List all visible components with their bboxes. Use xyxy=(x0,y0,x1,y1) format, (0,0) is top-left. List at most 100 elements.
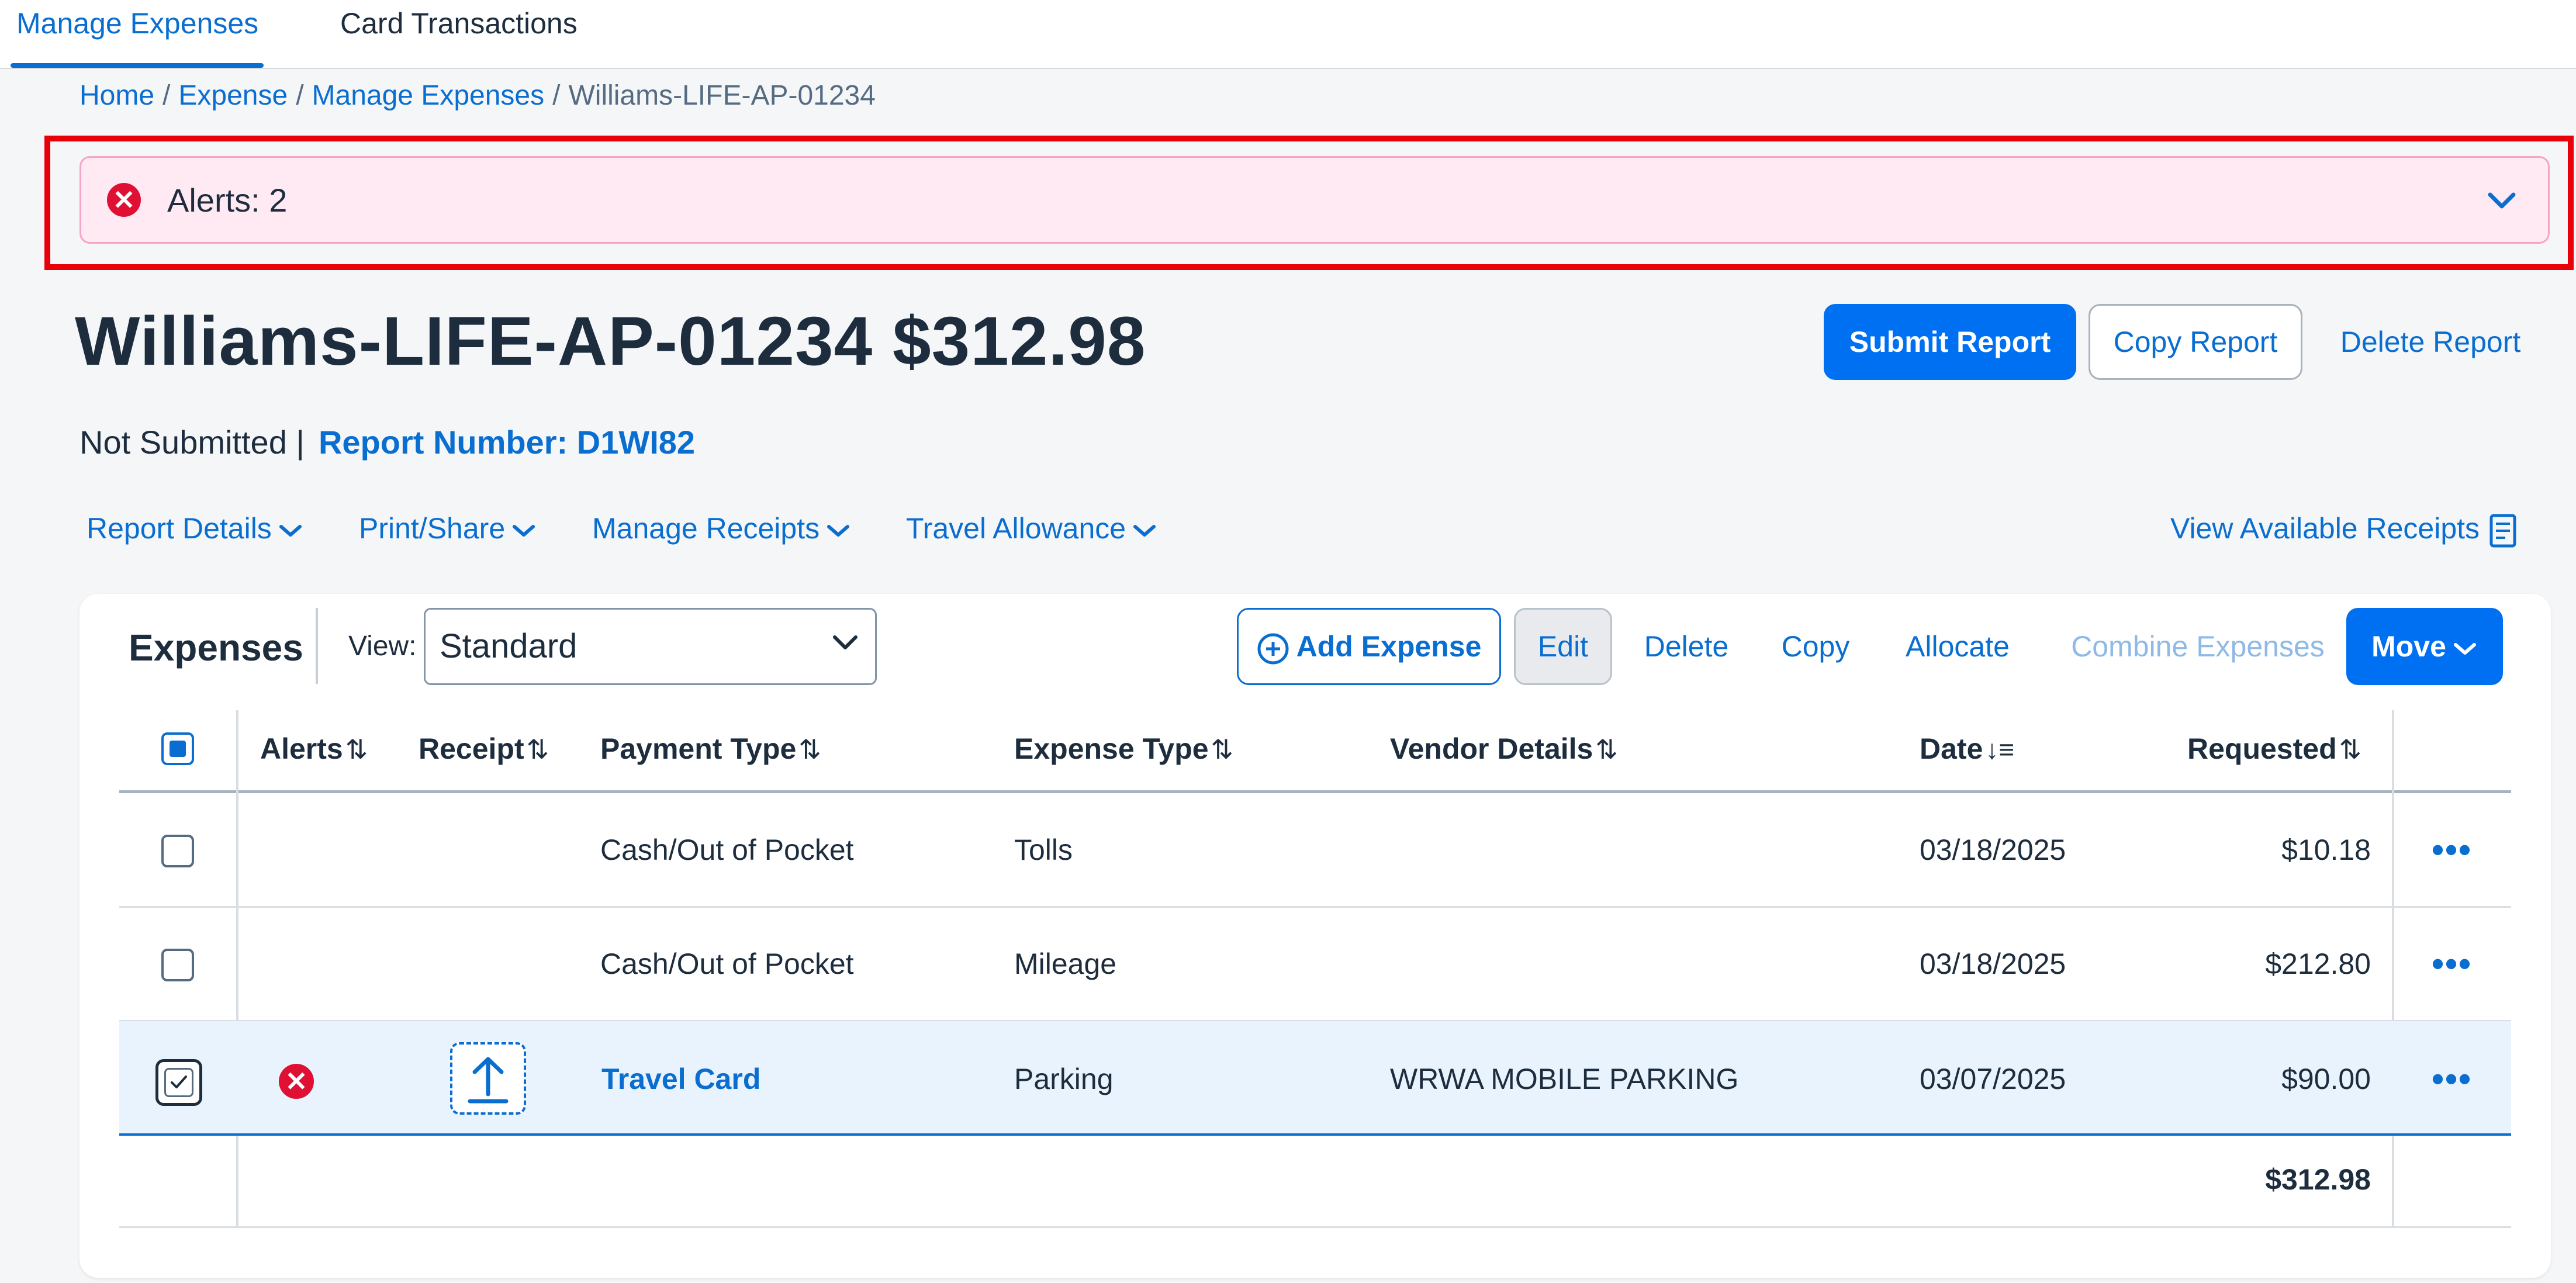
tab-manage-expenses[interactable]: Manage Expenses xyxy=(16,6,258,41)
breadcrumb: Home / Expense / Manage Expenses / Williams-LI… xyxy=(79,78,876,113)
plus-circle-icon xyxy=(1257,633,1289,665)
error-circle-icon: ✕ xyxy=(107,183,141,217)
error-circle-icon[interactable]: ✕ xyxy=(279,1064,314,1099)
tab-card-transactions[interactable]: Card Transactions xyxy=(340,6,578,41)
alerts-label: Alerts: 2 xyxy=(167,182,288,219)
submit-report-button[interactable]: Submit Report xyxy=(1824,304,2076,380)
sort-icon: ⇅ xyxy=(526,734,549,765)
row-divider xyxy=(119,906,2511,908)
column-header-expense-type[interactable]: Expense Type⇅ xyxy=(1014,731,1233,767)
view-select-value: Standard xyxy=(440,627,578,665)
date-header-label: Date xyxy=(1920,732,1983,765)
report-details-label: Report Details xyxy=(87,512,272,545)
payment-type-link[interactable]: Travel Card xyxy=(601,1061,760,1097)
sort-icon: ⇅ xyxy=(345,734,368,765)
copy-expense-button[interactable]: Copy xyxy=(1759,608,1872,685)
column-header-payment-type[interactable]: Payment Type⇅ xyxy=(600,731,821,767)
column-header-date[interactable]: Date↓≡ xyxy=(1920,731,2014,767)
row-checkbox-checked[interactable] xyxy=(155,1059,202,1106)
travel-allowance-label: Travel Allowance xyxy=(906,512,1126,545)
vendor-header-label: Vendor Details xyxy=(1390,732,1593,765)
combine-expenses-button[interactable]: Combine Expenses xyxy=(2046,608,2350,685)
print-share-label: Print/Share xyxy=(359,512,506,545)
column-divider xyxy=(236,710,238,1227)
column-header-requested[interactable]: Requested⇅ xyxy=(2187,731,2361,767)
upload-receipt-button[interactable] xyxy=(450,1042,526,1115)
date-cell: 03/18/2025 xyxy=(1920,947,2066,980)
report-status-line: Not Submitted | Report Number: D1WI82 xyxy=(79,422,695,463)
chevron-down-icon[interactable] xyxy=(2484,186,2519,215)
column-divider xyxy=(2392,710,2394,1227)
report-details-menu[interactable]: Report Details xyxy=(87,510,303,547)
breadcrumb-current: Williams-LIFE-AP-01234 xyxy=(568,80,876,111)
edit-button[interactable]: Edit xyxy=(1514,608,1612,685)
toolbar-divider xyxy=(316,608,318,684)
expense-type-cell: Parking xyxy=(1014,1063,1114,1095)
breadcrumb-manage-expenses[interactable]: Manage Expenses xyxy=(312,80,545,111)
column-header-vendor-details[interactable]: Vendor Details⇅ xyxy=(1390,731,1618,767)
row-more-actions-icon[interactable]: ••• xyxy=(2432,1061,2472,1097)
receipt-icon xyxy=(2489,514,2516,548)
row-divider xyxy=(119,1226,2511,1228)
date-cell: 03/07/2025 xyxy=(1920,1063,2066,1095)
payment-type-header-label: Payment Type xyxy=(600,732,797,765)
delete-report-button[interactable]: Delete Report xyxy=(2325,304,2536,380)
manage-receipts-menu[interactable]: Manage Receipts xyxy=(592,510,851,547)
view-label: View: xyxy=(348,631,417,662)
breadcrumb-separator: / xyxy=(162,80,171,111)
allocate-button[interactable]: Allocate xyxy=(1883,608,2032,685)
view-available-receipts-link[interactable]: View Available Receipts xyxy=(2170,510,2517,548)
sort-icon: ⇅ xyxy=(2339,734,2362,765)
expenses-total: $312.98 xyxy=(2265,1163,2371,1196)
column-header-receipt[interactable]: Receipt⇅ xyxy=(419,731,549,767)
alerts-banner[interactable] xyxy=(79,156,2550,244)
requested-header-label: Requested xyxy=(2187,732,2337,765)
checkbox-inner xyxy=(164,1068,193,1097)
chevron-down-icon xyxy=(279,524,302,537)
chevron-down-icon xyxy=(1133,524,1156,537)
breadcrumb-separator: / xyxy=(296,80,304,111)
requested-cell: $212.80 xyxy=(2265,947,2371,980)
manage-receipts-label: Manage Receipts xyxy=(592,512,820,545)
requested-cell: $90.00 xyxy=(2281,1063,2371,1095)
expense-type-header-label: Expense Type xyxy=(1014,732,1209,765)
sort-icon: ⇅ xyxy=(798,734,821,765)
chevron-down-icon xyxy=(827,524,850,537)
move-button[interactable]: Move xyxy=(2346,608,2503,685)
breadcrumb-expense[interactable]: Expense xyxy=(178,80,288,111)
expense-type-cell: Tolls xyxy=(1014,834,1073,866)
date-cell: 03/18/2025 xyxy=(1920,834,2066,866)
breadcrumb-home[interactable]: Home xyxy=(79,80,154,111)
partial-select-indicator xyxy=(170,741,186,757)
report-status: Not Submitted | xyxy=(79,424,305,461)
checkmark-icon xyxy=(171,1075,187,1088)
sort-icon: ⇅ xyxy=(1595,734,1618,765)
vendor-cell: WRWA MOBILE PARKING xyxy=(1390,1063,1739,1095)
print-share-menu[interactable]: Print/Share xyxy=(359,510,537,547)
copy-report-button[interactable]: Copy Report xyxy=(2089,304,2302,380)
view-receipts-label: View Available Receipts xyxy=(2170,512,2480,545)
column-header-alerts[interactable]: Alerts⇅ xyxy=(260,731,368,767)
add-expense-label: Add Expense xyxy=(1296,630,1482,663)
travel-allowance-menu[interactable]: Travel Allowance xyxy=(906,510,1157,547)
top-tab-bar: Manage Expenses Card Transactions xyxy=(0,0,2576,69)
chevron-down-icon xyxy=(513,524,535,537)
alerts-header-label: Alerts xyxy=(260,732,343,765)
expenses-title: Expenses xyxy=(129,627,303,669)
move-label: Move xyxy=(2371,630,2446,663)
breadcrumb-separator: / xyxy=(552,80,561,111)
row-checkbox[interactable] xyxy=(161,835,194,867)
sort-icon: ⇅ xyxy=(1211,734,1234,765)
row-more-actions-icon[interactable]: ••• xyxy=(2432,946,2472,981)
add-expense-button[interactable]: Add Expense xyxy=(1237,608,1501,685)
active-tab-indicator xyxy=(11,63,264,68)
receipt-header-label: Receipt xyxy=(419,732,524,765)
chevron-down-icon xyxy=(833,635,857,649)
select-all-checkbox[interactable] xyxy=(161,732,194,765)
payment-type-cell: Cash/Out of Pocket xyxy=(600,947,854,980)
delete-expense-button[interactable]: Delete xyxy=(1625,608,1748,685)
report-number-link[interactable]: Report Number: D1WI82 xyxy=(319,424,695,461)
upload-icon xyxy=(468,1057,509,1104)
row-checkbox[interactable] xyxy=(161,949,194,981)
row-more-actions-icon[interactable]: ••• xyxy=(2432,832,2472,867)
